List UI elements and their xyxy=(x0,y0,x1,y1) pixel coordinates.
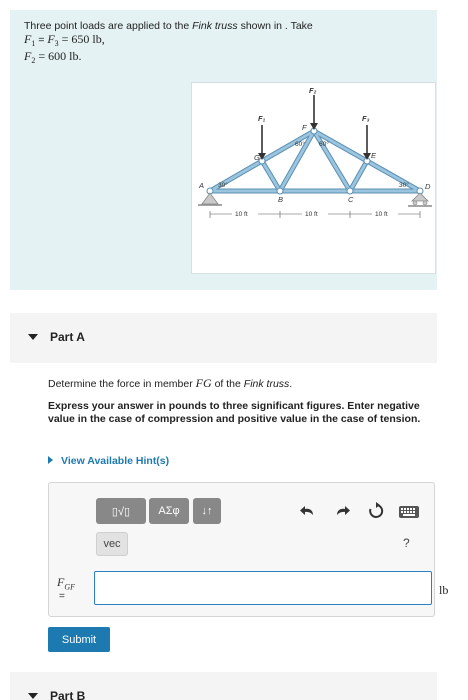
hint-link-label: View Available Hint(s) xyxy=(61,455,170,467)
roller-support-d xyxy=(408,192,432,207)
part-a-header[interactable]: Part A xyxy=(10,313,437,363)
label-f: F xyxy=(302,123,307,132)
problem-intro-tail: shown in . Take xyxy=(240,20,313,32)
part-a-label: Part A xyxy=(50,330,85,344)
keyboard-icon[interactable] xyxy=(398,503,420,521)
redo-icon[interactable] xyxy=(333,502,351,520)
var-f3: F xyxy=(47,32,55,46)
reset-icon[interactable] xyxy=(367,502,385,520)
truss-figure: F₁ F₂ F₃ A B C D E F G 30° 60° 60° 30° 1… xyxy=(191,82,436,274)
value-f2: = 600 lb. xyxy=(35,49,82,64)
var-subscript: GF xyxy=(64,582,76,592)
question-member: FG xyxy=(195,376,212,390)
fink-truss-diagram: F₁ F₂ F₃ A B C D E F G 30° 60° 60° 30° 1… xyxy=(198,86,432,218)
angle-f-left: 60° xyxy=(295,140,305,148)
problem-statement: Three point loads are applied to the Fin… xyxy=(10,10,437,290)
part-b-label: Part B xyxy=(50,689,86,700)
collapse-triangle-icon[interactable] xyxy=(28,693,38,699)
label-f1: F₁ xyxy=(258,114,266,123)
label-d: D xyxy=(425,182,431,191)
undo-icon[interactable] xyxy=(299,502,317,520)
answer-equals: = xyxy=(59,591,65,602)
question-prefix: Determine the force in member xyxy=(48,378,193,390)
label-f3: F₃ xyxy=(362,114,370,123)
vector-button[interactable]: vec xyxy=(96,532,128,556)
label-f2: F₂ xyxy=(309,86,317,95)
pin-support-a xyxy=(198,192,222,206)
hint-caret-icon xyxy=(48,456,53,464)
question-truss: Fink truss xyxy=(243,378,290,390)
collapse-triangle-icon[interactable] xyxy=(28,334,38,340)
label-e: E xyxy=(371,151,377,160)
answer-variable-label: FGF xyxy=(57,575,75,591)
greek-label: ΑΣφ xyxy=(158,505,180,517)
arrows-label: ↓↑ xyxy=(201,505,213,517)
eq-sign: = xyxy=(35,34,48,46)
problem-text: Three point loads are applied to the Fin… xyxy=(24,20,313,67)
value-f1-f3: = 650 lb, xyxy=(58,32,105,46)
problem-truss-name: Fink truss xyxy=(192,20,238,32)
load-arrows xyxy=(258,95,371,160)
dim-label-3: 10 ft xyxy=(375,211,388,218)
sort-arrows-button[interactable]: ↓↑ xyxy=(193,498,221,524)
label-g: G xyxy=(254,153,260,162)
question-text: Determine the force in member FG of the … xyxy=(48,376,292,391)
truss-members-fill xyxy=(208,129,422,193)
templates-label: ▯√▯ xyxy=(111,505,131,518)
question-end: . xyxy=(289,378,293,390)
angle-left: 30° xyxy=(218,181,228,189)
help-button[interactable]: ? xyxy=(403,536,410,550)
dim-label-2: 10 ft xyxy=(305,211,318,218)
label-c: C xyxy=(348,195,354,204)
submit-button[interactable]: Submit xyxy=(48,627,110,652)
greek-symbols-button[interactable]: ΑΣφ xyxy=(149,498,189,524)
angle-f-right: 60° xyxy=(319,140,329,148)
part-b-header[interactable]: Part B xyxy=(10,672,437,700)
view-hints-link[interactable]: View Available Hint(s) xyxy=(48,455,169,467)
vec-label: vec xyxy=(103,538,121,550)
angle-right: 30° xyxy=(399,181,409,189)
truss-joints xyxy=(206,127,424,195)
answer-input[interactable] xyxy=(94,571,432,605)
answer-instruction: Express your answer in pounds to three s… xyxy=(48,400,421,425)
label-b: B xyxy=(278,195,283,204)
label-a: A xyxy=(198,181,204,190)
truss-members xyxy=(207,128,423,194)
dim-label-1: 10 ft xyxy=(235,211,248,218)
problem-intro: Three point loads are applied to the xyxy=(24,20,190,32)
templates-button[interactable]: ▯√▯ xyxy=(96,498,146,524)
answer-unit: lb xyxy=(439,583,449,597)
answer-editor: ▯√▯ ΑΣφ ↓↑ vec ? FGF = xyxy=(48,482,435,617)
question-mid: of the xyxy=(214,378,241,390)
